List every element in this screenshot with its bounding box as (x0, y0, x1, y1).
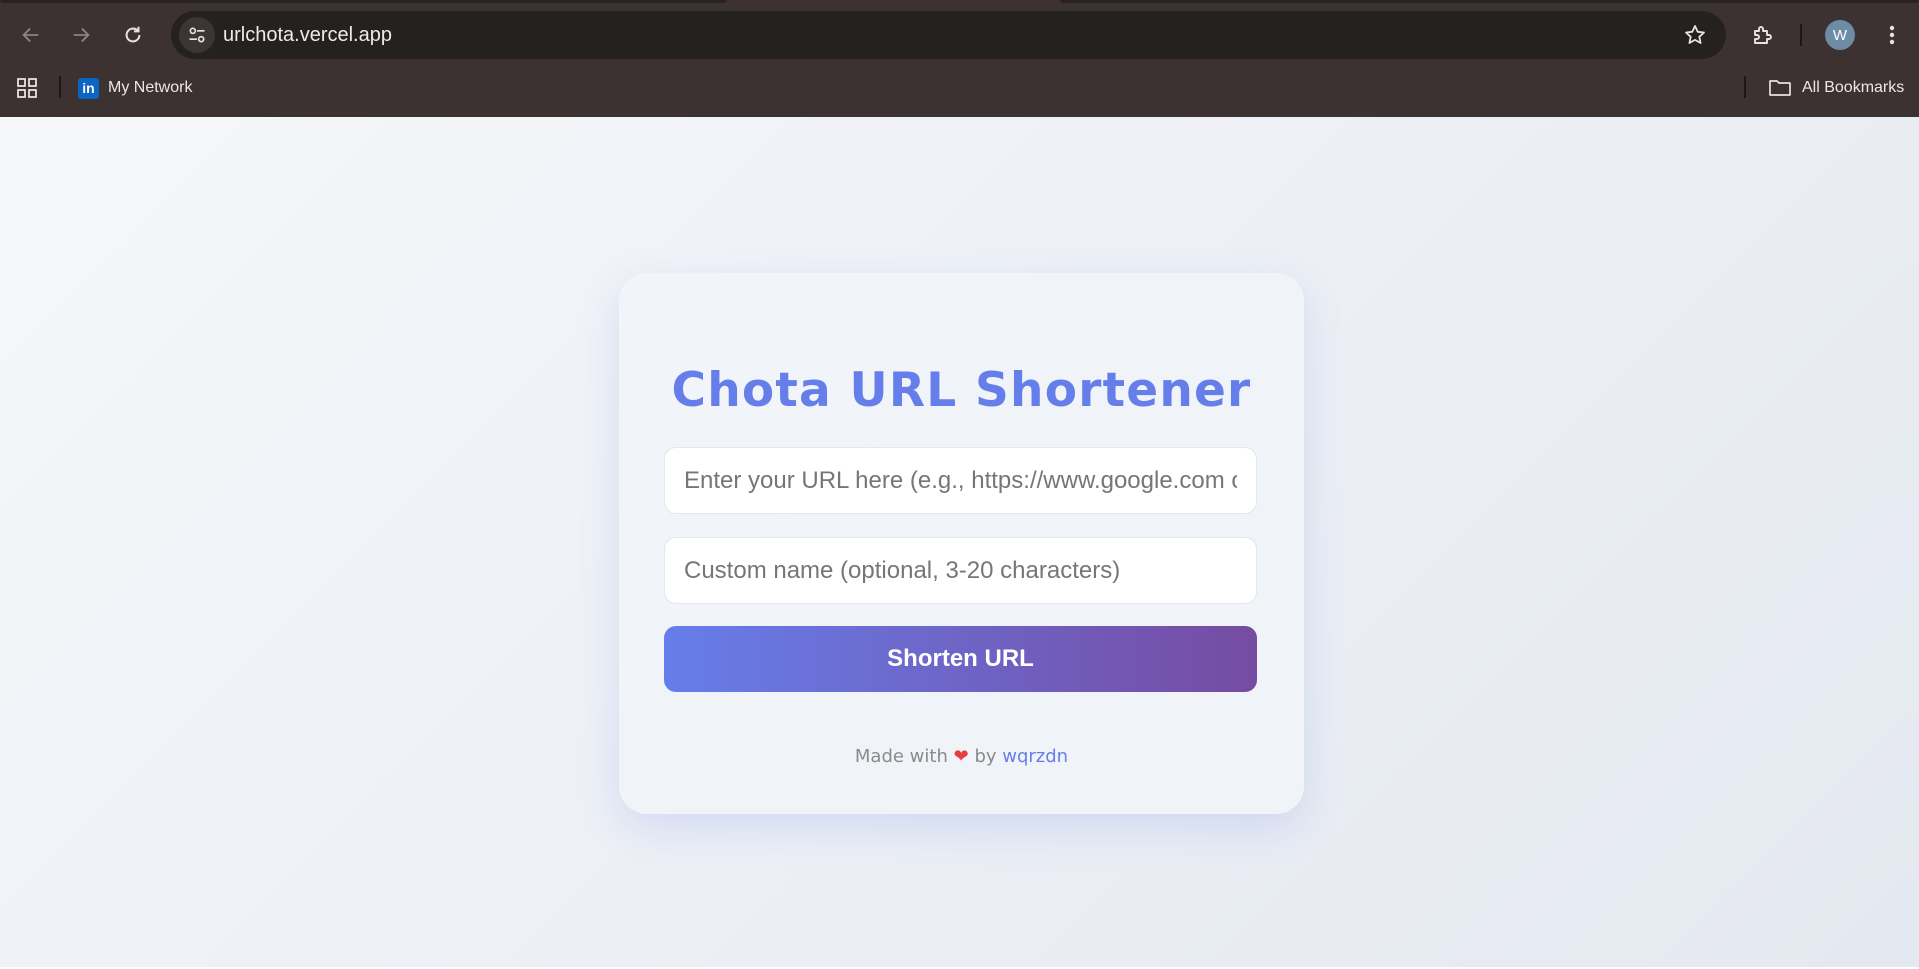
arrow-right-icon (73, 27, 90, 43)
puzzle-icon (1754, 26, 1772, 44)
bookmarks-divider (59, 76, 61, 98)
tune-icon (189, 27, 205, 43)
all-bookmarks-button[interactable]: All Bookmarks (1768, 73, 1904, 103)
shorten-url-button[interactable]: Shorten URL (664, 626, 1257, 692)
tab-strip-edge (1060, 0, 1919, 3)
reload-icon (125, 26, 141, 43)
bookmarks-divider (1744, 76, 1746, 98)
extensions-button[interactable] (1745, 17, 1781, 53)
profile-avatar[interactable]: W (1825, 20, 1855, 50)
footer-by: by (974, 746, 997, 767)
tab-strip-edge (0, 0, 727, 3)
bookmark-label: My Network (108, 79, 193, 96)
folder-icon (1769, 80, 1791, 96)
author-link[interactable]: wqrzdn (1002, 746, 1068, 767)
heart-icon: ❤ (953, 746, 969, 767)
browser-toolbar: urlchota.vercel.app W in My Network All … (0, 0, 1919, 117)
bookmark-star-button[interactable] (1682, 22, 1708, 48)
url-text[interactable]: urlchota.vercel.app (223, 24, 392, 47)
bookmark-my-network[interactable]: in My Network (78, 73, 192, 103)
footer-made-with: Made with (854, 746, 948, 767)
page-title: Chota URL Shortener (671, 363, 1252, 418)
toolbar-divider (1800, 24, 1802, 46)
browser-menu-button[interactable] (1874, 17, 1910, 53)
site-info-button[interactable] (179, 17, 215, 53)
apps-button[interactable] (12, 73, 42, 103)
back-button[interactable] (13, 17, 49, 53)
url-input[interactable] (664, 447, 1257, 514)
arrow-left-icon (22, 27, 39, 43)
page-background: Chota URL Shortener Shorten URL Made wit… (0, 117, 1919, 967)
address-bar[interactable]: urlchota.vercel.app (171, 11, 1726, 59)
all-bookmarks-label: All Bookmarks (1802, 79, 1905, 96)
reload-button[interactable] (115, 17, 151, 53)
custom-name-input[interactable] (664, 537, 1257, 604)
linkedin-icon: in (78, 77, 99, 99)
forward-button[interactable] (63, 17, 99, 53)
star-icon (1685, 25, 1705, 44)
apps-grid-icon (17, 78, 37, 98)
footer: Made with ❤ by wqrzdn (619, 746, 1304, 767)
shortener-card: Chota URL Shortener Shorten URL Made wit… (619, 273, 1304, 814)
more-vertical-icon (1889, 25, 1895, 45)
